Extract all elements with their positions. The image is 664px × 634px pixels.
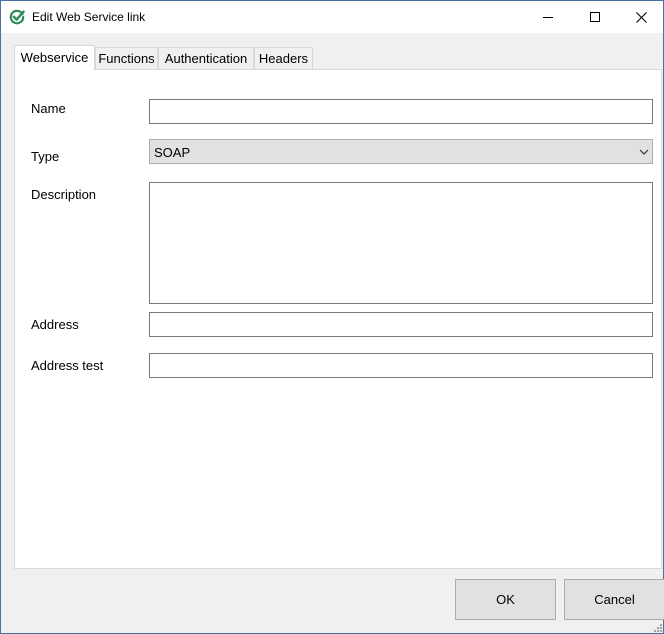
type-label: Type <box>31 149 60 164</box>
close-button[interactable] <box>618 1 664 33</box>
tab-headers[interactable]: Headers <box>254 47 313 69</box>
maximize-button[interactable] <box>572 1 618 33</box>
title-bar: Edit Web Service link <box>1 1 663 33</box>
type-select[interactable]: SOAP <box>149 139 653 164</box>
window-title: Edit Web Service link <box>32 10 146 24</box>
minimize-button[interactable] <box>525 1 571 33</box>
address-test-input[interactable] <box>149 353 653 378</box>
tab-authentication[interactable]: Authentication <box>158 47 254 69</box>
cancel-button[interactable]: Cancel <box>564 579 664 620</box>
ok-button[interactable]: OK <box>455 579 556 620</box>
address-label: Address <box>31 317 79 332</box>
tab-functions[interactable]: Functions <box>95 47 158 69</box>
name-label: Name <box>31 101 66 116</box>
maximize-icon <box>590 12 600 22</box>
address-input[interactable] <box>149 312 653 337</box>
minimize-icon <box>543 17 553 18</box>
name-input[interactable] <box>149 99 653 124</box>
resize-grip-icon[interactable] <box>651 621 663 633</box>
chevron-down-icon <box>639 149 649 155</box>
check-circle-icon <box>9 9 25 25</box>
type-selected-value: SOAP <box>154 145 191 160</box>
tab-webservice[interactable]: Webservice <box>14 45 95 70</box>
address-test-label: Address test <box>31 358 104 373</box>
description-textarea[interactable] <box>149 182 653 304</box>
description-label: Description <box>31 187 97 202</box>
close-icon <box>635 11 647 23</box>
dialog-window: Edit Web Service link Webservice Functio… <box>0 0 664 634</box>
